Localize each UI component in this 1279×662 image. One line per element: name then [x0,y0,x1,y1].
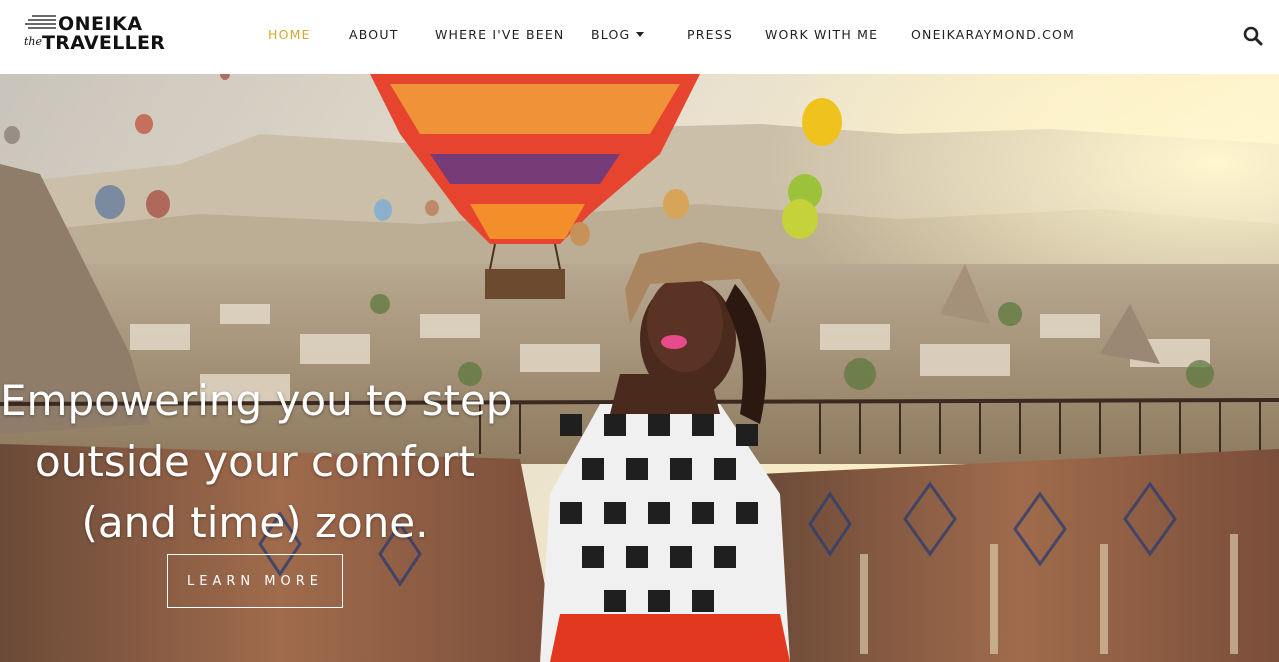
logo-text-bottom: TRAVELLER [42,32,166,54]
nav-item-home[interactable]: HOME [268,27,311,42]
nav-item-work-with-me[interactable]: WORK WITH ME [765,27,878,42]
site-logo[interactable]: ONEIKA the TRAVELLER [22,13,165,57]
nav-item-where-ive-been[interactable]: WHERE I'VE BEEN [435,27,564,42]
nav-item-press[interactable]: PRESS [687,27,733,42]
nav-item-about[interactable]: ABOUT [349,27,399,42]
nav-item-blog[interactable]: BLOG [591,27,645,42]
hero-headline-line-3: (and time) zone. [81,498,429,547]
search-button[interactable] [1243,26,1263,46]
logo-text-the: the [24,35,43,48]
hero-headline: Empowering you to step outside your comf… [0,370,513,553]
search-icon [1243,26,1263,46]
nav-item-oneikaraymond[interactable]: ONEIKARAYMOND.COM [911,27,1075,42]
hero-headline-line-1: Empowering you to step [0,376,513,425]
nav-item-blog-label: BLOG [591,27,631,42]
hero-headline-line-2: outside your comfort [35,437,475,486]
learn-more-button[interactable]: LEARN MORE [167,554,343,608]
site-header: ONEIKA the TRAVELLER HOME ABOUT WHERE I'… [0,0,1279,74]
hero-banner: Empowering you to step outside your comf… [0,74,1279,662]
chevron-down-icon [636,32,645,37]
